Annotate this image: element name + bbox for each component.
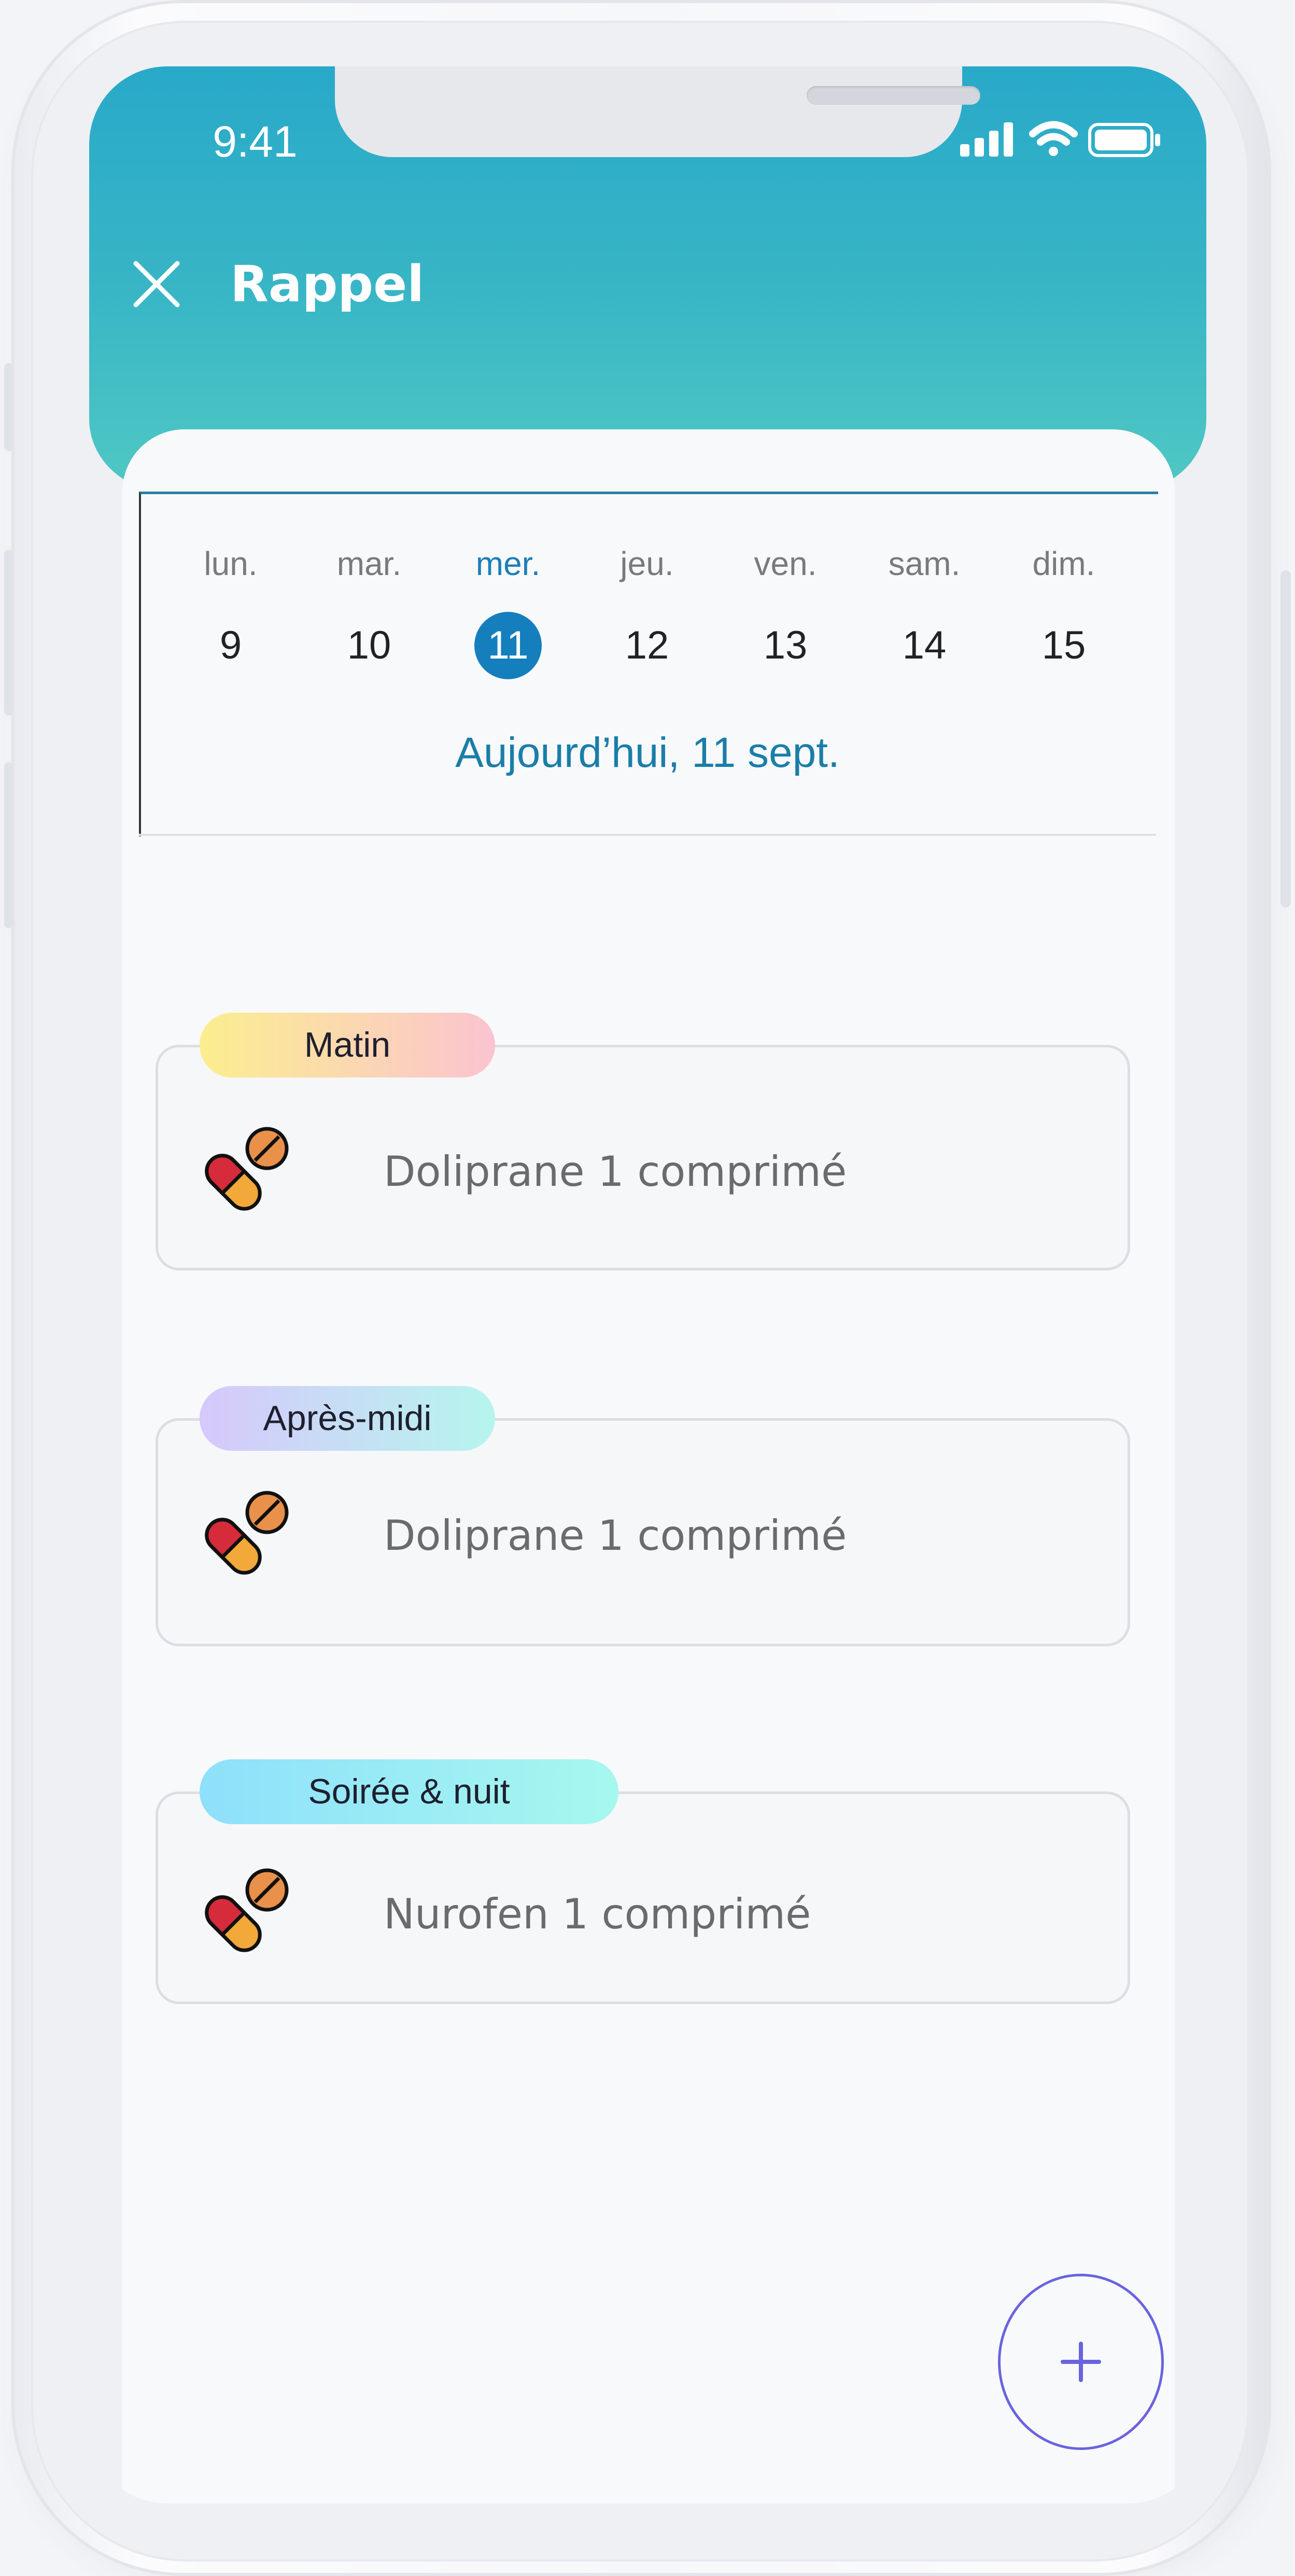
period-badge-afternoon: Après-midi bbox=[200, 1386, 495, 1451]
close-button[interactable] bbox=[128, 256, 185, 313]
day-number[interactable]: 10 bbox=[335, 612, 403, 679]
period-badge-evening: Soirée & nuit bbox=[200, 1759, 618, 1824]
medication-text: Doliprane 1 comprimé bbox=[384, 1147, 847, 1196]
add-reminder-button[interactable] bbox=[998, 2274, 1164, 2450]
day-name: jeu. bbox=[620, 545, 674, 582]
signal-icon bbox=[960, 122, 1013, 157]
day-name: mer. bbox=[475, 545, 541, 582]
notch bbox=[335, 66, 980, 157]
medication-text: Doliprane 1 comprimé bbox=[384, 1511, 847, 1560]
wifi-icon bbox=[1029, 121, 1078, 156]
medication-text: Nurofen 1 comprimé bbox=[384, 1890, 811, 1938]
day-name: sam. bbox=[888, 545, 961, 582]
close-icon bbox=[133, 261, 180, 307]
calendar-divider bbox=[139, 834, 1156, 836]
power-button bbox=[1280, 570, 1291, 907]
today-label: Aujourd’hui, 11 sept. bbox=[455, 729, 840, 776]
pills-icon bbox=[205, 1127, 289, 1211]
day-number[interactable]: 15 bbox=[1030, 612, 1097, 679]
day-number[interactable]: 13 bbox=[752, 612, 819, 679]
pills-icon bbox=[205, 1491, 289, 1575]
status-time: 9:41 bbox=[213, 117, 298, 166]
silent-switch bbox=[4, 363, 13, 451]
volume-up-button bbox=[4, 550, 13, 716]
period-badge-morning: Matin bbox=[200, 1013, 495, 1077]
selected-day-number[interactable]: 11 bbox=[474, 612, 542, 679]
app-screen: 9:41 Rappel bbox=[89, 66, 1206, 2503]
status-icons bbox=[960, 113, 1167, 165]
day-number[interactable]: 14 bbox=[891, 612, 958, 679]
speaker-grille bbox=[807, 86, 980, 105]
day-name: mar. bbox=[336, 545, 402, 582]
battery-icon bbox=[1088, 123, 1160, 157]
plus-icon bbox=[1061, 2342, 1101, 2382]
pills-icon bbox=[205, 1868, 289, 1952]
volume-down-button bbox=[4, 762, 13, 928]
page-title: Rappel bbox=[230, 255, 425, 313]
day-name: lun. bbox=[204, 545, 258, 582]
day-number[interactable]: 12 bbox=[613, 612, 681, 679]
day-number[interactable]: 9 bbox=[197, 612, 264, 679]
day-name: ven. bbox=[754, 545, 817, 582]
day-name: dim. bbox=[1032, 545, 1095, 582]
